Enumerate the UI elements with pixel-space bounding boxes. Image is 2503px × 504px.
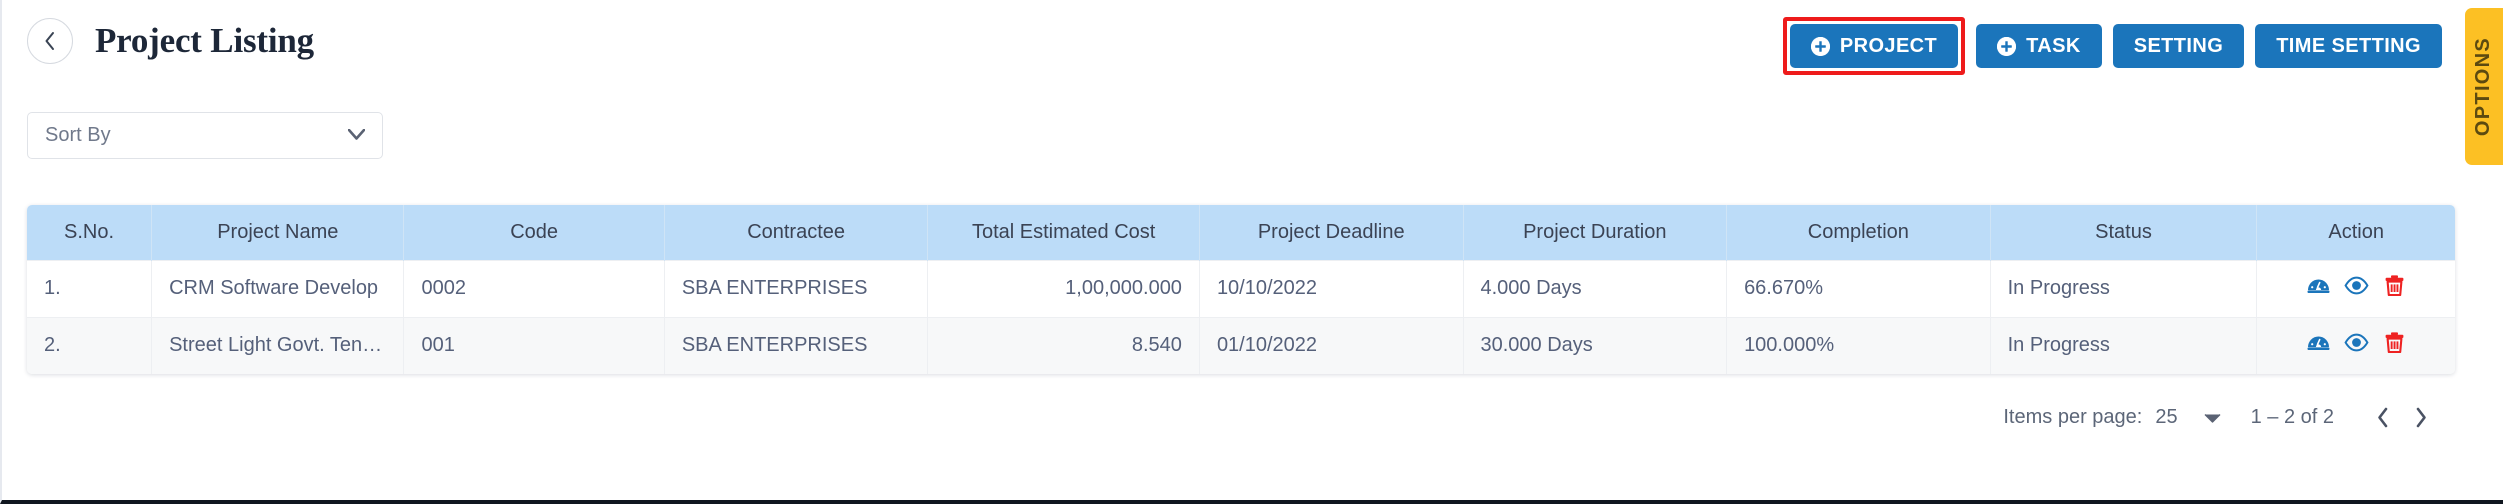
- chevron-down-icon: [347, 127, 366, 145]
- cell-completion: 66.670%: [1726, 259, 1991, 317]
- column-header-code[interactable]: Code: [403, 205, 665, 260]
- column-header-sno[interactable]: S.No.: [27, 205, 153, 260]
- cell-status: In Progress: [1990, 259, 2258, 317]
- column-header-action: Action: [2256, 205, 2455, 260]
- dashboard-gauge-icon[interactable]: [2306, 273, 2331, 304]
- eye-view-icon[interactable]: [2344, 330, 2369, 361]
- column-header-project-deadline[interactable]: Project Deadline: [1199, 205, 1464, 260]
- cell-status: In Progress: [1990, 316, 2258, 374]
- cell-project-deadline: 01/10/2022: [1199, 316, 1464, 374]
- chevron-left-icon: [2376, 407, 2390, 428]
- chevron-left-icon: [42, 30, 58, 52]
- options-side-tab-label: OPTIONS: [2472, 36, 2495, 137]
- plus-circle-icon: [1997, 36, 2017, 56]
- cell-code: 0002: [403, 259, 665, 317]
- items-per-page-value[interactable]: 25: [2155, 406, 2177, 429]
- row-action-buttons: [2274, 318, 2438, 374]
- add-project-button-label: PROJECT: [1839, 34, 1938, 57]
- cell-sno: 2.: [27, 316, 153, 374]
- setting-button[interactable]: SETTING: [2112, 24, 2245, 68]
- table-header-row: S.No. Project Name Code Contractee Total…: [27, 205, 2455, 260]
- add-task-button-label: TASK: [2026, 34, 2081, 57]
- back-button[interactable]: [27, 18, 73, 64]
- table-paginator: Items per page: 25 1 – 2 of 2: [2003, 398, 2440, 436]
- eye-view-icon[interactable]: [2344, 273, 2369, 304]
- page-header: Project Listing PROJECT TASK SETTING TIM…: [2, 0, 2503, 100]
- plus-circle-icon: [1810, 36, 1830, 56]
- header-action-buttons: PROJECT TASK SETTING TIME SETTING: [1782, 17, 2442, 75]
- column-header-completion[interactable]: Completion: [1726, 205, 1991, 260]
- cell-action: [2256, 259, 2455, 317]
- project-listing-page: Project Listing PROJECT TASK SETTING TIM…: [0, 0, 2503, 504]
- table-row[interactable]: 1. CRM Software Develop 0002 SBA ENTERPR…: [27, 259, 2455, 317]
- cell-contractee: SBA ENTERPRISES: [664, 259, 929, 317]
- row-action-buttons: [2274, 261, 2438, 317]
- cell-project-name: CRM Software Develop: [151, 259, 405, 317]
- column-header-status[interactable]: Status: [1990, 205, 2258, 260]
- cell-project-duration: 4.000 Days: [1463, 259, 1728, 317]
- column-header-contractee[interactable]: Contractee: [664, 205, 929, 260]
- chevron-right-icon: [2414, 407, 2428, 428]
- cell-contractee: SBA ENTERPRISES: [664, 316, 929, 374]
- sort-by-value: Sort By: [45, 124, 111, 146]
- previous-page-button[interactable]: [2364, 398, 2402, 436]
- time-setting-button[interactable]: TIME SETTING: [2255, 24, 2442, 68]
- page-title: Project Listing: [95, 21, 314, 60]
- column-header-project-duration[interactable]: Project Duration: [1463, 205, 1728, 260]
- project-button-highlight: PROJECT: [1782, 17, 1966, 75]
- cell-project-name: Street Light Govt. Tender: [151, 316, 405, 374]
- trash-delete-icon[interactable]: [2382, 330, 2407, 361]
- items-per-page-label: Items per page:: [2003, 405, 2143, 428]
- cell-total-estimated-cost: 8.540: [927, 316, 1200, 374]
- page-range-label: 1 – 2 of 2: [2250, 405, 2334, 428]
- trash-delete-icon[interactable]: [2382, 273, 2407, 304]
- cell-action: [2256, 316, 2455, 374]
- options-side-tab[interactable]: OPTIONS: [2465, 8, 2503, 165]
- cell-project-deadline: 10/10/2022: [1199, 259, 1464, 317]
- setting-button-label: SETTING: [2133, 34, 2224, 57]
- title-group: Project Listing: [27, 18, 314, 64]
- dashboard-gauge-icon[interactable]: [2306, 330, 2331, 361]
- add-task-button[interactable]: TASK: [1976, 24, 2102, 68]
- sort-by-select[interactable]: Sort By: [27, 112, 383, 159]
- time-setting-button-label: TIME SETTING: [2276, 34, 2421, 57]
- add-project-button[interactable]: PROJECT: [1789, 24, 1959, 68]
- column-header-project-name[interactable]: Project Name: [151, 205, 405, 260]
- project-table-body: 1. CRM Software Develop 0002 SBA ENTERPR…: [27, 259, 2455, 374]
- column-header-total-estimated-cost[interactable]: Total Estimated Cost: [927, 205, 1200, 260]
- cell-project-duration: 30.000 Days: [1463, 316, 1728, 374]
- cell-code: 001: [403, 316, 665, 374]
- project-table: S.No. Project Name Code Contractee Total…: [27, 205, 2455, 374]
- table-row[interactable]: 2. Street Light Govt. Tender 001 SBA ENT…: [27, 316, 2455, 374]
- cell-total-estimated-cost: 1,00,000.000: [927, 259, 1200, 317]
- cell-sno: 1.: [27, 259, 153, 317]
- chevron-down-icon[interactable]: [2204, 406, 2221, 429]
- project-table-card: S.No. Project Name Code Contractee Total…: [27, 205, 2455, 374]
- next-page-button[interactable]: [2402, 398, 2440, 436]
- project-table-head: S.No. Project Name Code Contractee Total…: [27, 205, 2455, 260]
- cell-completion: 100.000%: [1726, 316, 1991, 374]
